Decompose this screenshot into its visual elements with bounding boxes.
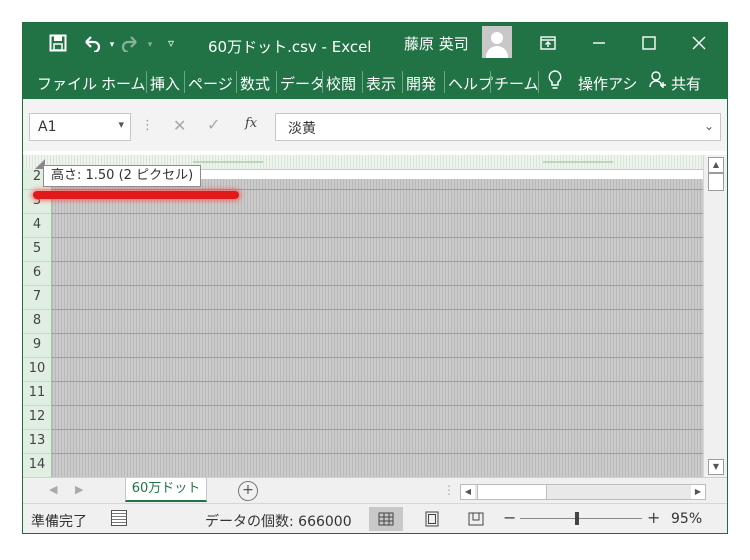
redo-dropdown-icon[interactable]: ▾ — [139, 34, 161, 56]
vertical-scrollbar[interactable]: ▲ ▼ — [703, 155, 727, 477]
cancel-icon[interactable]: ✕ — [173, 116, 186, 135]
redo-icon[interactable] — [119, 32, 141, 54]
tab-home[interactable]: ホーム — [101, 73, 146, 94]
insert-function-icon[interactable]: fx — [245, 116, 257, 131]
tab-page-layout[interactable]: ページ — [188, 73, 233, 94]
save-icon[interactable] — [47, 32, 69, 54]
tell-me-search[interactable]: 操作アシ — [578, 73, 637, 94]
scroll-up-icon[interactable]: ▲ — [708, 157, 724, 173]
row-header[interactable]: 6 — [23, 261, 51, 286]
share-person-icon[interactable] — [649, 69, 667, 95]
sheet-tabs-bar: ◀ ▶ 60万ドット + ⋮ ◀ ▶ — [23, 477, 727, 504]
tab-separator — [490, 71, 491, 93]
tab-separator — [184, 71, 185, 93]
customize-qat-icon[interactable]: ▿ — [160, 32, 182, 54]
zoom-slider-thumb[interactable] — [575, 512, 579, 525]
status-bar: 準備完了 データの個数: 666000 − + 95% — [23, 503, 727, 533]
formula-value: 淡黄 — [288, 121, 316, 137]
scroll-down-icon[interactable]: ▼ — [708, 459, 724, 475]
tab-separator — [444, 71, 445, 93]
name-box[interactable]: A1 ▾ — [29, 113, 131, 141]
row-height-tooltip: 高さ: 1.50 (2 ピクセル) — [43, 165, 202, 187]
split-handle-icon[interactable]: ⋮ — [443, 483, 455, 497]
row-header[interactable]: 9 — [23, 333, 51, 358]
excel-window: ▾ ▾ ▿ 60万ドット.csv - Excel 藤原 英司 ファイル ホーム … — [22, 22, 728, 534]
sheet-tab-active[interactable]: 60万ドット — [125, 478, 207, 502]
tab-team[interactable]: チーム — [494, 73, 539, 94]
row-header[interactable]: 5 — [23, 237, 51, 262]
row-header[interactable]: 8 — [23, 309, 51, 334]
status-count: データの個数: 666000 — [205, 514, 352, 530]
zoom-slider[interactable] — [520, 518, 642, 519]
chevron-down-icon[interactable]: ▾ — [118, 118, 124, 131]
row-header[interactable]: 11 — [23, 381, 51, 406]
minimize-icon[interactable] — [579, 29, 619, 57]
undo-icon[interactable] — [81, 32, 103, 54]
avatar[interactable] — [482, 26, 512, 58]
horizontal-scrollbar[interactable]: ◀ ▶ — [460, 484, 706, 500]
status-ready: 準備完了 — [31, 514, 87, 530]
ribbon-display-options-icon[interactable] — [528, 29, 568, 57]
row-header[interactable]: 4 — [23, 213, 51, 238]
share-button[interactable]: 共有 — [671, 73, 701, 94]
drag-handle-icon[interactable]: ⋮ — [141, 118, 154, 133]
horizontal-scroll-thumb[interactable] — [477, 485, 547, 499]
zoom-out-button[interactable]: − — [503, 508, 516, 527]
scroll-right-icon[interactable]: ▶ — [691, 485, 705, 499]
window-title: 60万ドット.csv - Excel — [208, 38, 372, 56]
tab-file[interactable]: ファイル — [37, 73, 97, 94]
worksheet-grid[interactable]: 2 3 4 5 6 7 8 9 10 11 12 13 14 高さ: 1.50 … — [23, 155, 703, 477]
tab-formulas[interactable]: 数式 — [240, 73, 270, 94]
sheet-prev-icon[interactable]: ◀ — [49, 483, 57, 496]
tab-separator — [538, 71, 539, 93]
row-header[interactable]: 10 — [23, 357, 51, 382]
tab-separator — [322, 71, 323, 93]
close-icon[interactable] — [679, 29, 719, 57]
tab-help[interactable]: ヘルプ — [448, 73, 493, 94]
user-name[interactable]: 藤原 英司 — [404, 33, 469, 54]
normal-view-icon[interactable] — [369, 507, 403, 531]
expand-formula-bar-icon[interactable]: ⌄ — [704, 119, 714, 133]
name-box-value: A1 — [38, 119, 57, 135]
enter-check-icon[interactable]: ✓ — [207, 115, 220, 134]
formula-bar-area: A1 ▾ ⋮ ✕ ✓ fx 淡黄 ⌄ — [23, 99, 727, 151]
macro-record-icon[interactable] — [111, 510, 127, 526]
title-bar: ▾ ▾ ▿ 60万ドット.csv - Excel 藤原 英司 — [23, 23, 727, 63]
zoom-in-button[interactable]: + — [647, 508, 660, 527]
tab-view[interactable]: 表示 — [366, 73, 396, 94]
cell-area[interactable] — [52, 179, 703, 477]
page-layout-view-icon[interactable] — [415, 507, 449, 531]
tab-developer[interactable]: 開発 — [406, 73, 436, 94]
tab-separator — [146, 71, 147, 93]
sheet-next-icon[interactable]: ▶ — [75, 483, 83, 496]
lightbulb-icon[interactable] — [547, 69, 563, 95]
tab-review[interactable]: 校閲 — [326, 73, 356, 94]
zoom-level[interactable]: 95% — [671, 511, 702, 527]
scroll-left-icon[interactable]: ◀ — [461, 485, 475, 499]
add-sheet-icon[interactable]: + — [238, 481, 258, 501]
tab-separator — [362, 71, 363, 93]
maximize-icon[interactable] — [629, 29, 669, 57]
tab-insert[interactable]: 挿入 — [150, 73, 180, 94]
page-break-view-icon[interactable] — [459, 507, 493, 531]
row-1-highlight — [33, 191, 239, 199]
row-header[interactable]: 7 — [23, 285, 51, 310]
tab-separator — [276, 71, 277, 93]
tab-separator — [236, 71, 237, 93]
vertical-scroll-thumb[interactable] — [708, 173, 724, 191]
row-header[interactable]: 14 — [23, 453, 51, 477]
formula-input[interactable]: 淡黄 ⌄ — [275, 113, 721, 141]
tab-separator — [402, 71, 403, 93]
row-headers[interactable]: 2 3 4 5 6 7 8 9 10 11 12 13 14 — [23, 169, 52, 477]
ribbon-tabs: ファイル ホーム 挿入 ページ 数式 データ 校閲 表示 開発 ヘルプ チーム … — [23, 63, 727, 99]
row-header[interactable]: 13 — [23, 429, 51, 454]
row-header[interactable]: 12 — [23, 405, 51, 430]
tab-data[interactable]: データ — [280, 73, 325, 94]
